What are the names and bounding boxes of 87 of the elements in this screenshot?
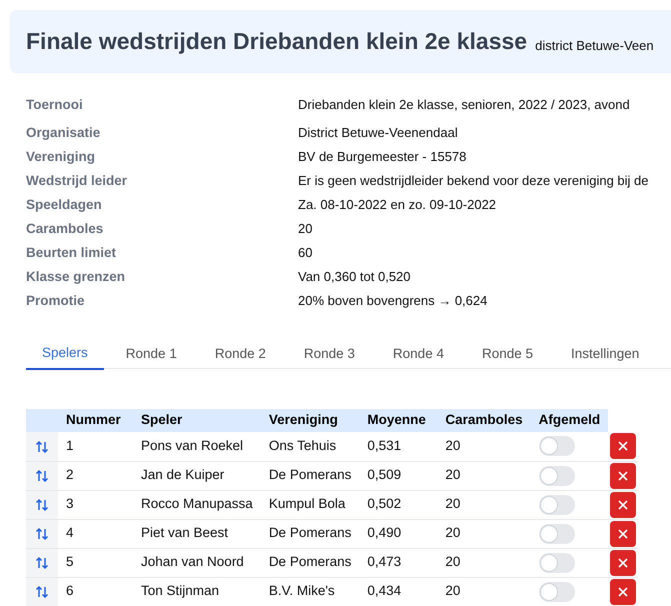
table-cell: 0,509	[359, 461, 438, 490]
toggle-switch[interactable]	[538, 436, 575, 456]
table-cell: Piet van Beest	[133, 519, 261, 548]
table-cell: 0,473	[359, 548, 438, 577]
table-cell: Ons Tehuis	[260, 432, 360, 461]
detail-label: Toernooi	[26, 96, 84, 114]
tab[interactable]: Ronde 2	[198, 339, 282, 369]
tab[interactable]: Instellingen	[555, 339, 656, 369]
close-icon	[618, 528, 628, 538]
table-cell: B.V. Mike's	[260, 577, 360, 606]
table-cell: Kumpul Bola	[260, 490, 360, 519]
detail-value: 60	[298, 244, 314, 262]
table-cell: 0,434	[359, 577, 438, 606]
table-cell: Jan de Kuiper	[133, 461, 261, 490]
detail-value: Driebanden klein 2e klasse, senioren, 2022 / 2023, avond	[298, 96, 631, 114]
detail-label: Promotie	[26, 292, 86, 310]
delete-button[interactable]	[610, 578, 636, 604]
reorder-icon[interactable]	[35, 440, 49, 454]
table-cell: De Pomerans	[260, 548, 360, 577]
detail-label: Beurten limiet	[26, 244, 118, 262]
reorder-icon[interactable]	[35, 498, 49, 512]
reorder-icon[interactable]	[35, 468, 49, 483]
detail-label: Vereniging	[26, 148, 96, 166]
close-icon	[618, 470, 628, 480]
detail-value: District Betuwe-Veenendaal	[298, 124, 459, 142]
detail-value: Van 0,360 tot 0,520	[298, 268, 412, 286]
detail-label: Caramboles	[26, 220, 104, 238]
toggle-switch[interactable]	[538, 582, 575, 602]
page-title: Finale wedstrijden Driebanden klein 2e klasse	[26, 27, 528, 56]
table-cell: 20	[437, 432, 531, 461]
column-header: Afgemeld	[530, 409, 608, 432]
detail-value: 20% boven bovengrens → 0,624	[298, 292, 488, 310]
table-cell: De Pomerans	[260, 461, 360, 490]
toggle-switch[interactable]	[538, 466, 575, 486]
delete-button[interactable]	[610, 492, 636, 518]
delete-button[interactable]	[610, 550, 636, 576]
tab[interactable]: Ronde 1	[110, 339, 193, 369]
detail-label: Klasse grenzen	[26, 268, 126, 286]
table-cell: 0,502	[359, 490, 438, 519]
close-icon	[618, 500, 628, 510]
delete-button[interactable]	[610, 433, 636, 460]
table-cell: 3	[58, 490, 133, 519]
table-cell: De Pomerans	[260, 519, 360, 548]
detail-value: 20	[298, 220, 314, 238]
column-header: Speler	[133, 409, 261, 432]
reorder-icon[interactable]	[35, 556, 49, 570]
tab[interactable]: Ronde 4	[376, 339, 460, 369]
detail-label: Wedstrijd leider	[26, 172, 128, 190]
tab[interactable]: Spelers	[26, 339, 104, 370]
delete-button[interactable]	[610, 462, 636, 488]
detail-label: Speeldagen	[26, 196, 103, 214]
table-cell: 20	[437, 490, 531, 519]
close-icon	[618, 586, 628, 596]
delete-button[interactable]	[610, 520, 636, 546]
column-header: Nummer	[58, 409, 133, 432]
table-cell: 20	[437, 461, 531, 490]
close-icon	[618, 558, 628, 568]
table-cell: 6	[58, 577, 133, 606]
toggle-switch[interactable]	[538, 524, 575, 544]
table-cell: Ton Stijnman	[133, 577, 261, 606]
reorder-icon[interactable]	[35, 584, 49, 599]
table-cell: Pons van Roekel	[133, 432, 261, 461]
table-cell: 0,490	[359, 519, 438, 548]
detail-label: Organisatie	[26, 124, 102, 142]
table-cell: 2	[58, 461, 133, 490]
table-cell: 0,531	[359, 432, 438, 461]
column-header: Vereniging	[260, 409, 360, 432]
reorder-icon[interactable]	[35, 526, 49, 541]
column-header: Moyenne	[359, 409, 438, 432]
detail-value: Za. 08-10-2022 en zo. 09-10-2022	[298, 196, 498, 214]
page-subtitle: district Betuwe-Veen	[535, 36, 654, 55]
table-cell: 4	[58, 519, 133, 548]
table-cell: 20	[437, 519, 531, 548]
tab[interactable]: Ronde 3	[288, 339, 371, 369]
toggle-switch[interactable]	[538, 552, 575, 572]
table-cell: 20	[437, 577, 531, 606]
table-cell: 20	[437, 548, 531, 577]
table-cell: Rocco Manupassa	[133, 490, 261, 519]
toggle-switch[interactable]	[538, 494, 575, 514]
column-header: Caramboles	[437, 409, 531, 432]
table-cell: 5	[58, 548, 133, 577]
detail-value: BV de Burgemeester - 15578	[298, 148, 468, 166]
detail-value: Er is geen wedstrijdleider bekend voor deze vereniging bij de	[298, 172, 650, 190]
close-icon	[618, 441, 628, 452]
table-cell: Johan van Noord	[133, 548, 261, 577]
tab[interactable]: Ronde 5	[466, 339, 550, 369]
table-cell: 1	[58, 432, 133, 461]
